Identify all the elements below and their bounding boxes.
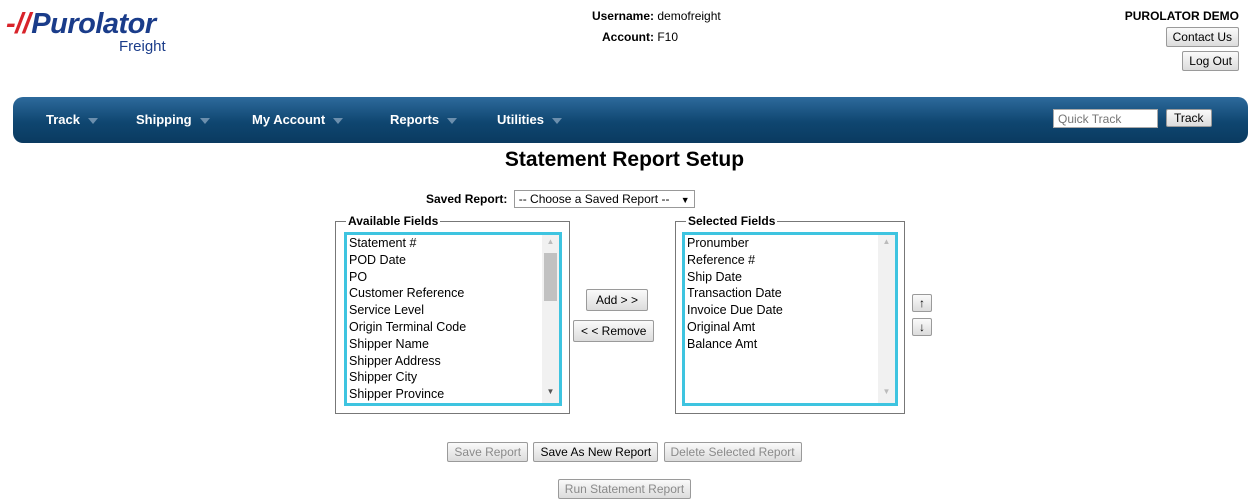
remove-button[interactable]: < < Remove	[573, 320, 655, 342]
saved-report-select[interactable]: -- Choose a Saved Report -- ▼	[513, 190, 695, 208]
nav-track[interactable]: Track	[46, 112, 98, 127]
list-item[interactable]: Shipper Address	[347, 353, 559, 370]
save-report-button[interactable]: Save Report	[447, 442, 529, 462]
chevron-down-icon	[87, 117, 98, 124]
list-item[interactable]: Shipper Name	[347, 336, 559, 353]
move-down-button[interactable]: ↓	[912, 318, 932, 336]
list-item[interactable]: Origin Terminal Code	[347, 319, 559, 336]
delete-selected-report-button[interactable]: Delete Selected Report	[663, 442, 802, 462]
scroll-up-icon[interactable]: ▲	[542, 237, 559, 251]
saved-report-row: Saved Report: -- Choose a Saved Report -…	[426, 190, 695, 208]
header-actions: PUROLATOR DEMO Contact Us Log Out	[1125, 9, 1239, 75]
main-nav: Track Shipping My Account Reports Utilit…	[13, 97, 1248, 143]
list-item[interactable]: Transaction Date	[685, 285, 895, 302]
username-label: Username:	[591, 9, 654, 23]
list-item[interactable]: Customer Reference	[347, 285, 559, 302]
list-item[interactable]: Shipper Province	[347, 386, 559, 403]
account-row: Account: F10	[560, 30, 780, 51]
saved-report-label: Saved Report:	[426, 192, 508, 206]
report-actions: Save Report Save As New Report Delete Se…	[0, 442, 1249, 462]
available-fields-list[interactable]: Statement # POD Date PO Customer Referen…	[344, 232, 562, 406]
available-scrollbar[interactable]: ▲ ▼	[542, 235, 559, 403]
list-item[interactable]: Shipper City	[347, 369, 559, 386]
selected-fields-list[interactable]: Pronumber Reference # Ship Date Transact…	[682, 232, 898, 406]
list-item[interactable]: Original Amt	[685, 319, 895, 336]
username-row: Username: demofreight	[560, 9, 780, 30]
chevron-down-icon: ▼	[680, 195, 690, 205]
save-as-new-report-button[interactable]: Save As New Report	[533, 442, 659, 462]
user-info: Username: demofreight Account: F10	[560, 9, 780, 51]
run-statement-report-button[interactable]: Run Statement Report	[557, 479, 692, 499]
account-value: F10	[657, 30, 679, 44]
list-item[interactable]: POD Date	[347, 252, 559, 269]
chevron-down-icon	[199, 117, 210, 124]
quick-track-button[interactable]: Track	[1166, 109, 1212, 127]
purolator-logo: -//Purolator Freight	[6, 8, 196, 58]
selected-fields-legend: Selected Fields	[686, 214, 778, 228]
logo-subtitle: Freight	[119, 38, 166, 55]
selected-scrollbar[interactable]: ▲ ▼	[878, 235, 895, 403]
contact-us-button[interactable]: Contact Us	[1165, 27, 1239, 47]
scroll-up-icon[interactable]: ▲	[878, 237, 895, 251]
selected-fields-group: Selected Fields Pronumber Reference # Sh…	[675, 214, 905, 414]
chevron-down-icon	[447, 117, 458, 124]
list-item[interactable]: Statement #	[347, 235, 559, 252]
available-fields-group: Available Fields Statement # POD Date PO…	[335, 214, 570, 414]
logo-wordmark: -//Purolator	[6, 8, 156, 40]
quick-track-input[interactable]	[1053, 109, 1158, 128]
nav-utilities[interactable]: Utilities	[497, 112, 562, 127]
log-out-button[interactable]: Log Out	[1182, 51, 1239, 71]
available-fields-legend: Available Fields	[346, 214, 441, 228]
list-item[interactable]: Invoice Due Date	[685, 302, 895, 319]
username-value: demofreight	[657, 9, 721, 23]
list-item[interactable]: Balance Amt	[685, 336, 895, 353]
scrollbar-thumb[interactable]	[544, 253, 557, 301]
chevron-down-icon	[551, 117, 562, 124]
scroll-down-icon[interactable]: ▼	[878, 387, 895, 401]
chevron-down-icon	[333, 117, 344, 124]
scroll-down-icon[interactable]: ▼	[542, 387, 559, 401]
company-name: PUROLATOR DEMO	[1124, 9, 1239, 23]
list-item[interactable]: Reference #	[685, 252, 895, 269]
nav-reports[interactable]: Reports	[390, 112, 458, 127]
list-item[interactable]: Ship Date	[685, 269, 895, 286]
run-row: Run Statement Report	[0, 479, 1249, 499]
list-item[interactable]: Service Level	[347, 302, 559, 319]
page-title: Statement Report Setup	[504, 148, 745, 171]
add-button[interactable]: Add > >	[586, 289, 649, 311]
list-item[interactable]: Pronumber	[685, 235, 895, 252]
list-item[interactable]: PO	[347, 269, 559, 286]
nav-my-account[interactable]: My Account	[252, 112, 344, 127]
nav-shipping[interactable]: Shipping	[136, 112, 210, 127]
account-label: Account:	[602, 30, 654, 44]
move-up-button[interactable]: ↑	[912, 294, 932, 312]
